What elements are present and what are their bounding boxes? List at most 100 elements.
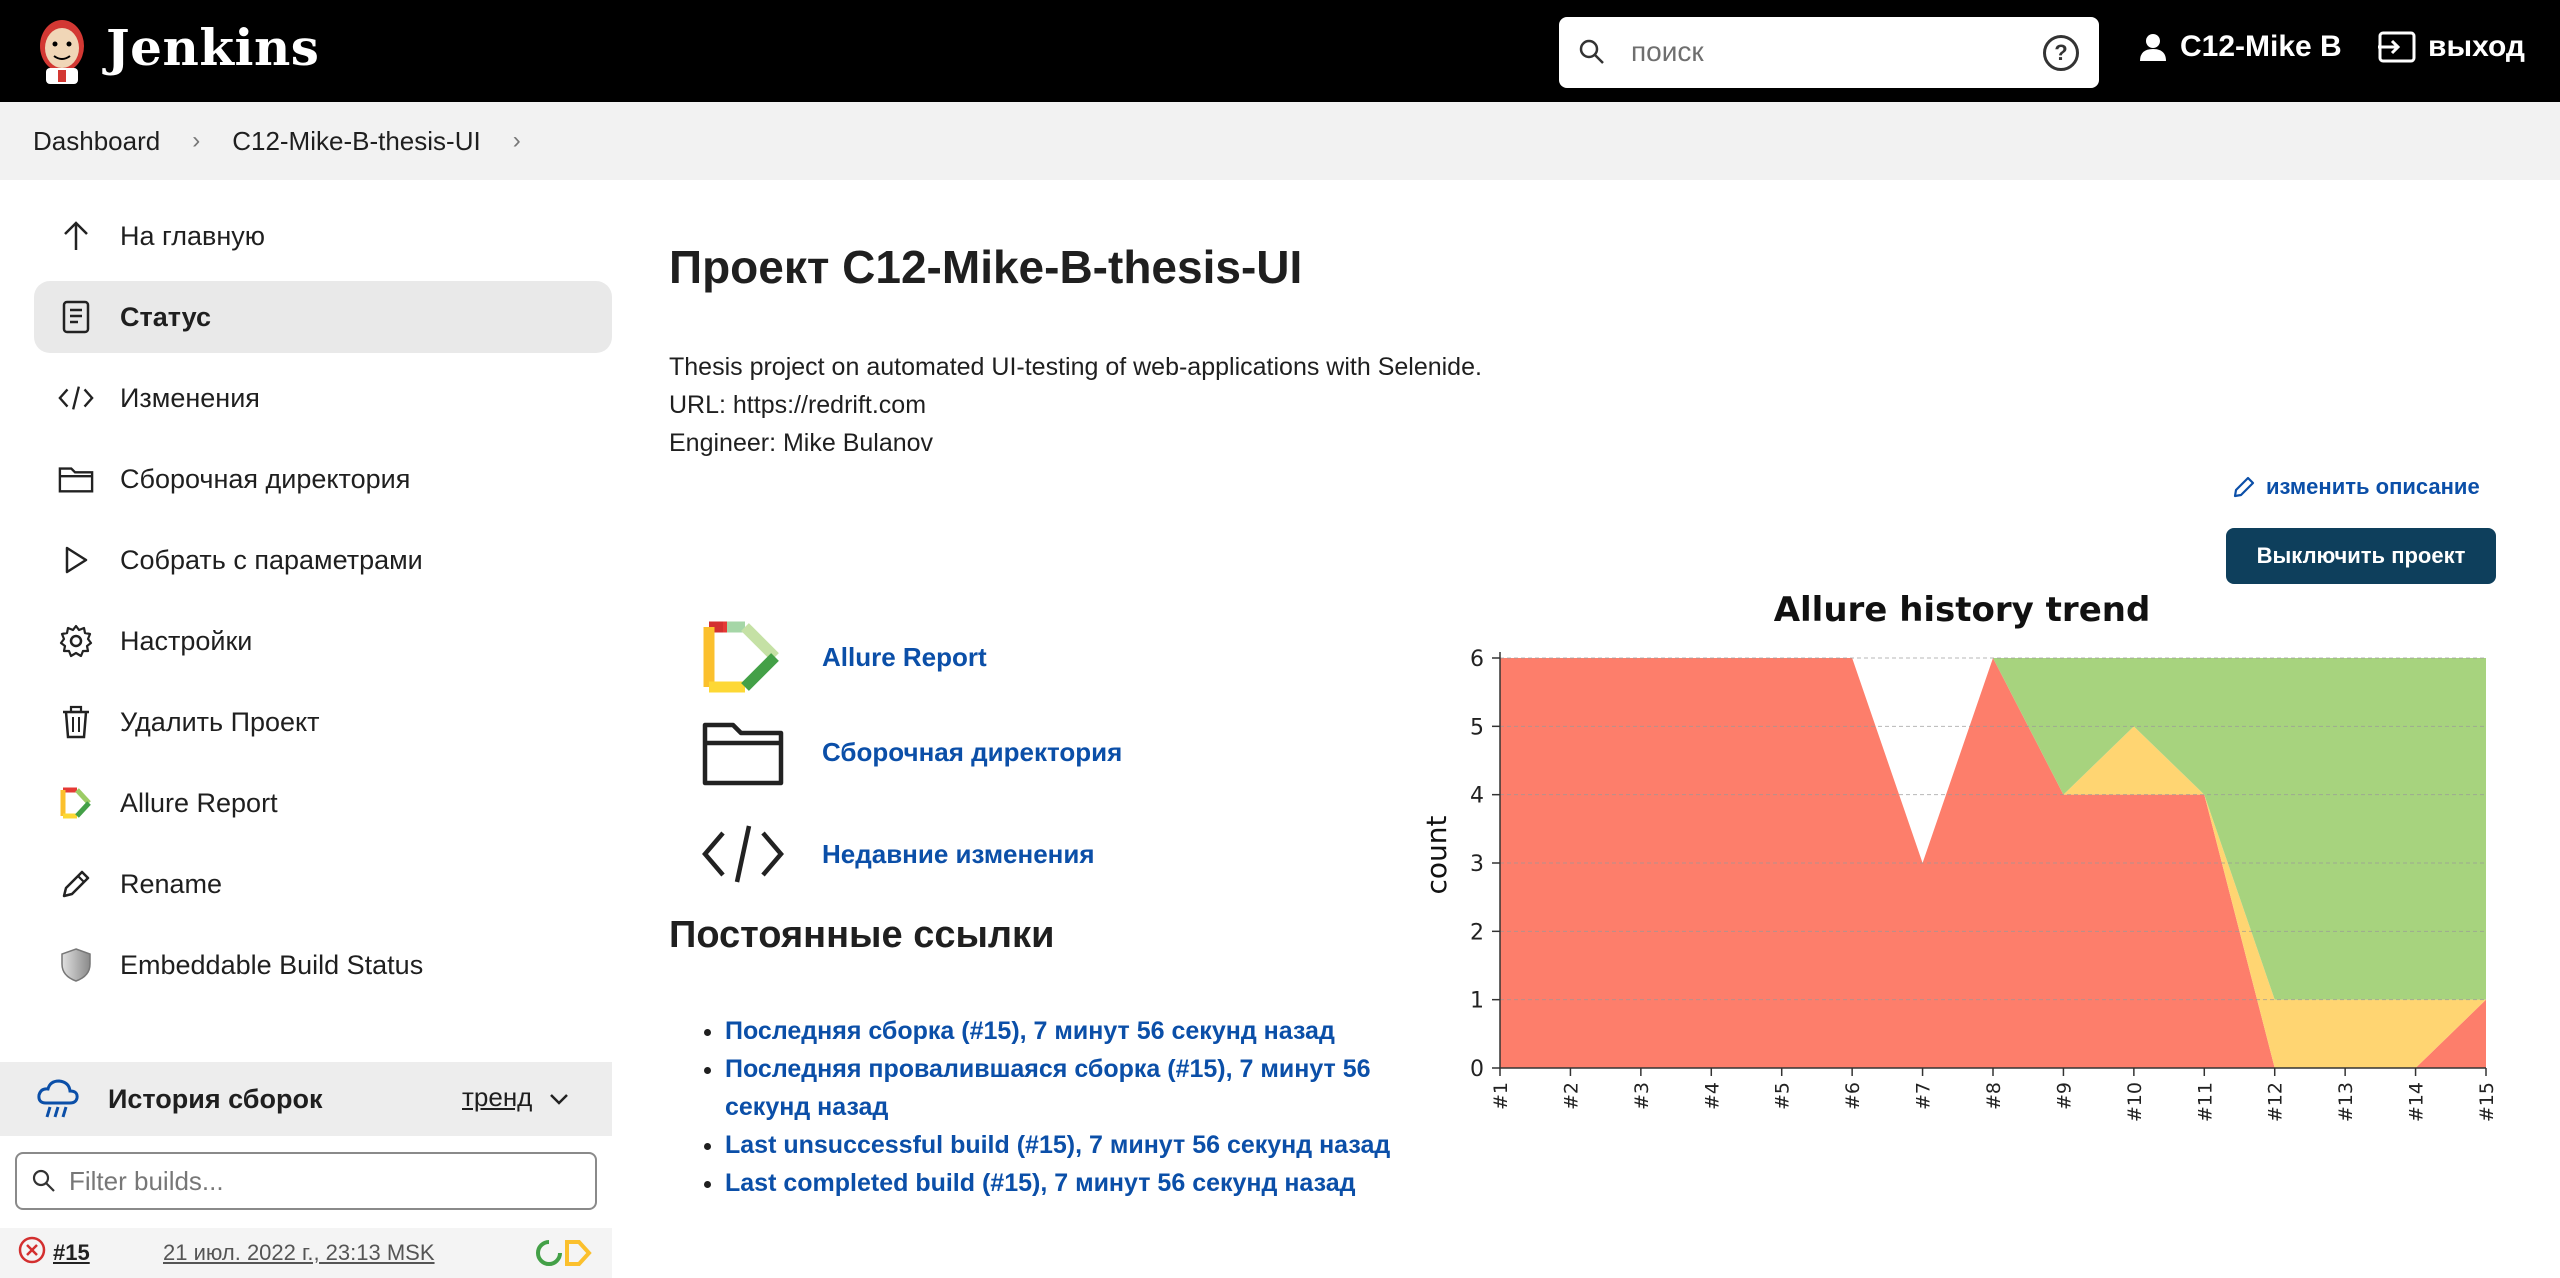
cloud-rain-icon xyxy=(37,1079,79,1118)
sidebar-item-label: Изменения xyxy=(120,382,260,413)
sidebar-item-label: Собрать с параметрами xyxy=(120,544,423,575)
logout-link[interactable]: выход xyxy=(2378,30,2525,64)
allure-badge-icon[interactable] xyxy=(535,1238,593,1268)
allure-history-trend-chart[interactable]: Allure history trend count 0 1 2 3 4 5 6 #1 #2 #3… xyxy=(1410,570,2520,1140)
chart-x-tick-label: #1 xyxy=(1490,1082,1512,1110)
sidebar-item-label: На главную xyxy=(120,220,266,251)
sidebar-item-home[interactable]: На главную xyxy=(34,200,612,272)
sidebar-item-changes[interactable]: Изменения xyxy=(34,362,612,434)
trash-icon xyxy=(58,704,94,740)
action-label: Allure Report xyxy=(822,641,987,672)
breadcrumb-separator-icon[interactable]: › xyxy=(513,127,521,155)
search-input[interactable] xyxy=(1631,29,1991,75)
action-recent-changes[interactable]: Недавние изменения xyxy=(700,816,1095,892)
filter-builds-input[interactable] xyxy=(69,1162,569,1200)
chart-y-axis-label: count xyxy=(1420,815,1453,894)
build-row[interactable]: #15 21 июл. 2022 г., 23:13 MSK xyxy=(0,1228,612,1278)
sidebar-item-allure-report[interactable]: Allure Report xyxy=(34,767,612,839)
chevron-down-icon[interactable] xyxy=(548,1088,570,1110)
breadcrumb-separator-icon: › xyxy=(192,127,201,154)
logout-label: выход xyxy=(2428,30,2525,63)
sidebar-item-label: Rename xyxy=(120,868,223,899)
allure-icon xyxy=(58,785,94,821)
brand-name[interactable]: Jenkins xyxy=(106,18,319,77)
search-box[interactable]: ? xyxy=(1559,17,2099,88)
chart-x-tick-label: #6 xyxy=(1842,1082,1864,1110)
chart-title: Allure history trend xyxy=(1774,590,2151,630)
chart-x-tick-label: #12 xyxy=(2265,1082,2287,1122)
chart-x-tick-label: #10 xyxy=(2124,1082,2146,1122)
description-line: Thesis project on automated UI-testing o… xyxy=(669,353,1482,381)
help-icon[interactable]: ? xyxy=(2043,35,2079,71)
chart-y-tick-label: 5 xyxy=(1470,715,1484,740)
sidebar-item-label: Embeddable Build Status xyxy=(120,949,424,980)
sidebar: На главную Статус Изменения Сборочная ди… xyxy=(34,200,612,1010)
chart-y-tick-label: 0 xyxy=(1470,1057,1484,1082)
action-label: Сборочная директория xyxy=(822,736,1123,767)
user-link[interactable]: C12-Mike B xyxy=(2138,30,2342,64)
pencil-icon xyxy=(2233,476,2255,498)
trend-link[interactable]: тренд xyxy=(462,1082,532,1113)
sidebar-item-embeddable-build-status[interactable]: Embeddable Build Status xyxy=(34,929,612,1001)
build-history-title: История сборок xyxy=(108,1083,323,1114)
breadcrumb-project[interactable]: C12-Mike-B-thesis-UI xyxy=(232,126,481,157)
user-name: C12-Mike B xyxy=(2180,30,2342,63)
sidebar-item-rename[interactable]: Rename xyxy=(34,848,612,920)
chart-x-tick-label: #7 xyxy=(1913,1082,1935,1110)
failed-status-icon xyxy=(18,1236,46,1264)
sidebar-item-status[interactable]: Статус xyxy=(34,281,612,353)
sidebar-item-label: Удалить Проект xyxy=(120,706,320,737)
build-history-header: История сборок тренд xyxy=(0,1062,612,1136)
project-description: Thesis project on automated UI-testing o… xyxy=(669,348,1482,462)
chart-x-tick-label: #15 xyxy=(2476,1082,2498,1122)
breadcrumb: Dashboard › C12-Mike-B-thesis-UI › xyxy=(0,102,2560,180)
build-date-link[interactable]: 21 июл. 2022 г., 23:13 MSK xyxy=(163,1240,435,1266)
permalink-item[interactable]: Last unsuccessful build (#15), 7 минут 5… xyxy=(725,1126,1425,1164)
gear-icon xyxy=(58,623,94,659)
search-icon xyxy=(32,1169,55,1192)
filter-builds-box[interactable] xyxy=(15,1152,597,1210)
permalink-item[interactable]: Last completed build (#15), 7 минут 56 с… xyxy=(725,1164,1425,1202)
sidebar-item-workspace[interactable]: Сборочная директория xyxy=(34,443,612,515)
logout-icon xyxy=(2378,31,2416,63)
chart-y-tick-label: 1 xyxy=(1470,989,1484,1014)
chart-x-tick-label: #9 xyxy=(2053,1082,2075,1110)
folder-icon xyxy=(58,461,94,497)
chart-x-tick-label: #2 xyxy=(1560,1082,1582,1110)
chart-y-tick-label: 3 xyxy=(1470,852,1484,877)
search-icon xyxy=(1579,39,1604,64)
code-icon xyxy=(700,816,786,892)
description-line: Engineer: Mike Bulanov xyxy=(669,429,934,457)
chart-y-tick-label: 4 xyxy=(1470,784,1484,809)
sidebar-item-label: Статус xyxy=(120,301,211,332)
permalink-item[interactable]: Последняя сборка (#15), 7 минут 56 секун… xyxy=(725,1012,1425,1050)
arrow-up-icon xyxy=(58,218,94,254)
sidebar-item-build-with-parameters[interactable]: Собрать с параметрами xyxy=(34,524,612,596)
shield-icon xyxy=(58,947,94,983)
permalink-item[interactable]: Последняя провалившаяся сборка (#15), 7 … xyxy=(725,1050,1425,1126)
chart-x-tick-label: #5 xyxy=(1772,1082,1794,1110)
action-workspace[interactable]: Сборочная директория xyxy=(700,714,1122,790)
sidebar-item-delete-project[interactable]: Удалить Проект xyxy=(34,686,612,758)
edit-description-link[interactable]: изменить описание xyxy=(2232,474,2480,500)
allure-icon xyxy=(700,619,786,695)
sidebar-item-configure[interactable]: Настройки xyxy=(34,605,612,677)
chart-x-tick-label: #14 xyxy=(2406,1082,2428,1122)
play-icon xyxy=(58,542,94,578)
jenkins-logo-icon[interactable] xyxy=(34,16,90,86)
chart-x-tick-label: #8 xyxy=(1983,1082,2005,1110)
folder-icon xyxy=(700,714,786,790)
pencil-icon xyxy=(58,866,94,902)
page-title: Проект C12-Mike-B-thesis-UI xyxy=(669,241,1303,293)
chart-y-tick-label: 6 xyxy=(1470,647,1484,672)
description-line: URL: https://redrift.com xyxy=(669,391,927,419)
chart-x-tick-label: #4 xyxy=(1701,1082,1723,1110)
build-number-link[interactable]: #15 xyxy=(53,1240,90,1266)
sidebar-item-label: Allure Report xyxy=(120,787,278,818)
chart-x-tick-label: #3 xyxy=(1631,1082,1653,1110)
document-icon xyxy=(58,299,94,335)
action-allure-report[interactable]: Allure Report xyxy=(700,619,987,695)
breadcrumb-dashboard[interactable]: Dashboard xyxy=(33,126,160,157)
code-icon xyxy=(58,380,94,416)
top-header: Jenkins ? C12-Mike B выход xyxy=(0,0,2560,102)
